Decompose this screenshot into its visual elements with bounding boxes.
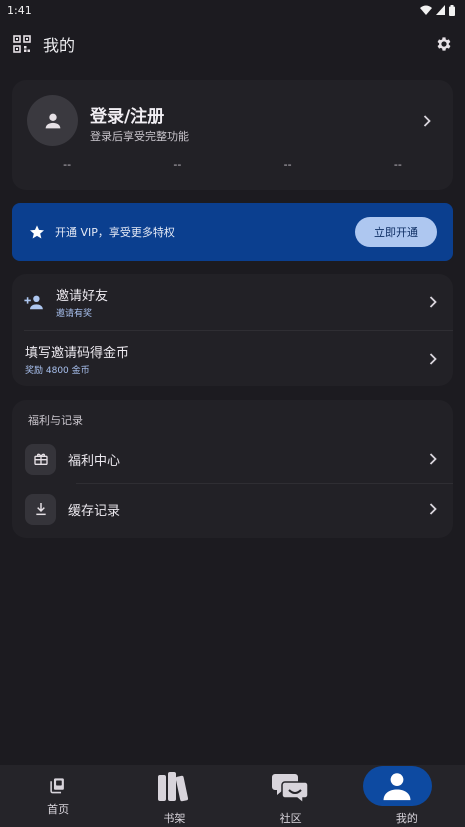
- stat-value: --: [63, 158, 72, 171]
- nav-label-profile: 我的: [395, 812, 418, 825]
- chevron-right-icon: [429, 352, 437, 365]
- chevron-right-icon: [423, 115, 431, 127]
- vip-banner[interactable]: 开通 VIP，享受更多特权 立即开通: [12, 203, 453, 261]
- wifi-icon: [420, 5, 432, 15]
- stat-value: --: [173, 158, 182, 171]
- nav-label-community: 社区: [279, 812, 302, 825]
- download-icon: [35, 503, 46, 516]
- login-subtitle: 登录后享受完整功能: [90, 130, 189, 143]
- stats-row: -- -- -- --: [12, 158, 453, 171]
- login-title[interactable]: 登录/注册: [90, 102, 164, 127]
- invite-card: 邀请好友 邀请有奖 填写邀请码得金币 奖励 4800 金币: [12, 274, 453, 386]
- add-person-icon: [24, 295, 43, 310]
- divider: [76, 483, 453, 484]
- app-bar: 我的: [0, 24, 465, 64]
- nav-item-bookshelf[interactable]: 书架: [116, 765, 232, 827]
- cache-records-label: 缓存记录: [68, 503, 121, 519]
- invite-code-row[interactable]: 填写邀请码得金币 奖励 4800 金币: [12, 331, 453, 386]
- vip-text: 开通 VIP，享受更多特权: [55, 226, 175, 239]
- icon-box: [25, 493, 56, 525]
- bottom-nav: 首页 书架 社区 我的: [0, 765, 465, 827]
- chevron-right-icon: [429, 453, 437, 465]
- status-icons: [420, 4, 455, 16]
- nav-item-community[interactable]: 社区: [233, 765, 349, 827]
- status-time: 1:41: [7, 3, 32, 17]
- battery-icon: [449, 4, 455, 16]
- invite-code-title: 填写邀请码得金币: [25, 345, 130, 361]
- profile-card[interactable]: 登录/注册 登录后享受完整功能 -- -- -- --: [12, 80, 453, 190]
- nav-label-bookshelf: 书架: [163, 812, 186, 825]
- welfare-card: 福利与记录 福利中心 缓存记录: [12, 400, 453, 538]
- nav-active-indicator: [362, 766, 432, 806]
- bookshelf-icon: [158, 772, 189, 802]
- invite-friends-sub: 邀请有奖: [56, 309, 93, 319]
- signal-icon: [436, 5, 445, 15]
- community-icon: [271, 774, 309, 804]
- home-book-icon: [50, 778, 64, 794]
- nav-item-profile[interactable]: 我的: [349, 765, 465, 827]
- nav-label-home: 首页: [47, 803, 70, 816]
- vip-open-button[interactable]: 立即开通: [355, 217, 437, 247]
- chevron-right-icon: [429, 503, 437, 515]
- section-title: 福利与记录: [28, 414, 83, 427]
- page-title: 我的: [43, 36, 76, 55]
- icon-box: [25, 443, 56, 475]
- nav-item-home[interactable]: 首页: [0, 765, 116, 827]
- chevron-right-icon: [429, 296, 437, 308]
- settings-gear-icon[interactable]: [435, 35, 453, 53]
- person-icon: [45, 113, 60, 128]
- cache-records-row[interactable]: 缓存记录: [12, 490, 453, 528]
- profile-icon: [383, 773, 411, 801]
- welfare-center-label: 福利中心: [68, 453, 121, 469]
- stat-value: --: [283, 158, 292, 171]
- stat-value: --: [393, 158, 402, 171]
- gift-icon: [33, 453, 48, 465]
- invite-friends-row[interactable]: 邀请好友 邀请有奖: [12, 274, 453, 330]
- qr-scan-icon[interactable]: [13, 35, 31, 53]
- star-icon: [30, 225, 44, 239]
- status-bar: 1:41: [0, 0, 465, 20]
- avatar[interactable]: [27, 95, 78, 146]
- welfare-center-row[interactable]: 福利中心: [12, 440, 453, 478]
- invite-code-sub: 奖励 4800 金币: [25, 365, 90, 376]
- invite-friends-title: 邀请好友: [56, 289, 109, 304]
